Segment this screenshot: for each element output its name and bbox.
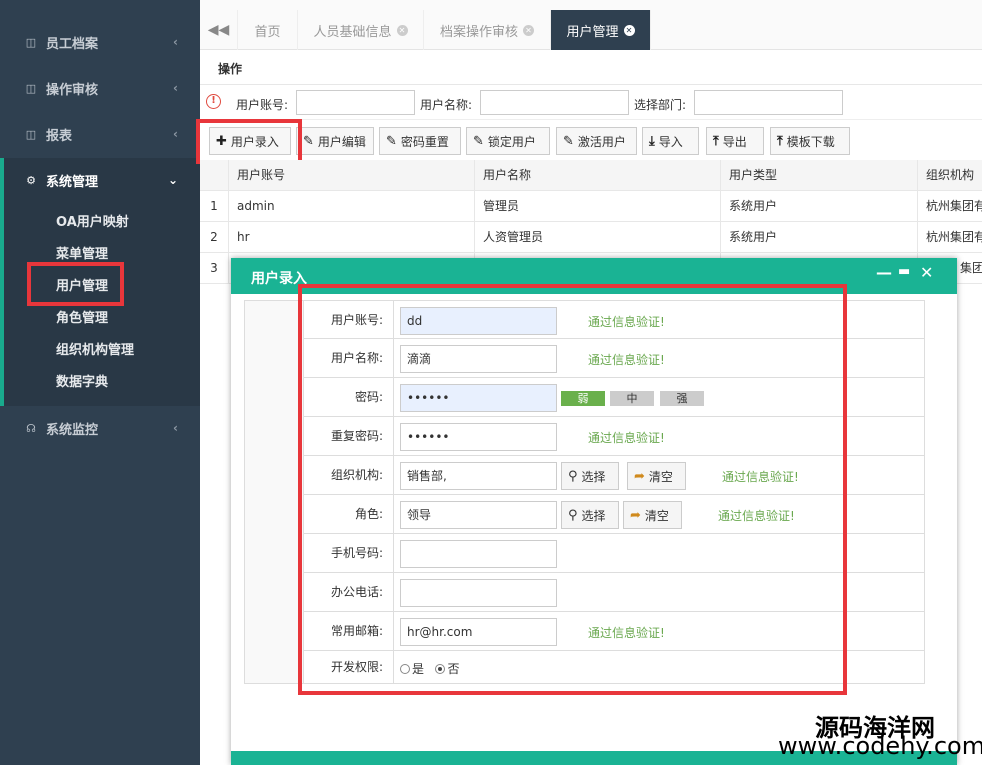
upload-icon: ⤒ <box>713 133 719 149</box>
sidebar-item-system-management[interactable]: ⚙ 系统管理 ⌄ <box>0 157 200 203</box>
search-row: ! 用户账号: 用户名称: 选择部门: <box>200 86 982 120</box>
button-label: 密码重置 <box>400 134 449 149</box>
button-label: 导入 <box>658 134 683 149</box>
chevron-left-icon: ‹ <box>173 421 178 435</box>
reset-password-button[interactable]: ✎ 密码重置 <box>379 127 461 155</box>
search-name-input[interactable] <box>480 90 629 115</box>
table-header-no <box>200 160 228 191</box>
tab-user-management[interactable]: 用户管理 ✕ <box>551 10 651 50</box>
sidebar-subitem-org-management[interactable]: 组织机构管理 <box>56 339 134 358</box>
sidebar-item-label: 报表 <box>46 128 73 144</box>
search-name-label: 用户名称: <box>420 98 473 112</box>
sidebar-item-system-monitor[interactable]: ☊ 系统监控 ‹ <box>0 405 200 451</box>
toolbar-title: 操作 <box>200 55 982 85</box>
sidebar-subitem-data-dictionary[interactable]: 数据字典 <box>56 371 108 390</box>
import-button[interactable]: ⤓ 导入 <box>642 127 699 155</box>
row-number: 3 <box>210 261 218 275</box>
chevron-down-icon: ⌄ <box>167 173 178 187</box>
button-label: 用户编辑 <box>317 134 366 149</box>
export-button[interactable]: ⤒ 导出 <box>706 127 764 155</box>
search-account-label: 用户账号: <box>236 98 289 112</box>
button-label: 锁定用户 <box>487 134 536 149</box>
tab-home[interactable]: 首页 <box>238 10 298 50</box>
button-label: 模板下载 <box>786 134 835 149</box>
button-label: 导出 <box>722 134 747 149</box>
row-number: 1 <box>210 199 218 213</box>
close-icon[interactable]: ✕ <box>920 263 933 282</box>
close-icon[interactable]: ✕ <box>523 24 534 36</box>
sidebar-item-reports[interactable]: ◫ 报表 ‹ <box>0 111 200 157</box>
search-account-input[interactable] <box>296 90 415 115</box>
sidebar-item-label: 员工档案 <box>46 36 99 52</box>
download-icon: ⤓ <box>649 133 655 149</box>
table-header-cell: 用户名称 <box>474 160 720 191</box>
cell-name: 人资管理员 <box>474 222 720 253</box>
sidebar-item-label: 操作审核 <box>46 82 99 98</box>
sidebar-item-operation-review[interactable]: ◫ 操作审核 ‹ <box>0 65 200 111</box>
table-header-cell: 用户类型 <box>720 160 917 191</box>
chevron-left-icon: ‹ <box>173 81 178 95</box>
tab-label: 档案操作审核 <box>439 24 518 40</box>
close-icon[interactable]: ✕ <box>623 24 635 36</box>
table-row[interactable]: 2 hr 人资管理员 系统用户 杭州集团有 <box>200 222 982 253</box>
warning-icon: ! <box>206 94 221 109</box>
maximize-icon[interactable]: ▬ <box>898 264 910 279</box>
sidebar-subitem-menu-management[interactable]: 菜单管理 <box>56 243 108 262</box>
tab-personnel-info[interactable]: 人员基础信息 ✕ <box>298 10 424 50</box>
table-header-cell: 用户账号 <box>228 160 474 191</box>
sidebar-subitem-role-management[interactable]: 角色管理 <box>56 307 108 326</box>
tab-archive-review[interactable]: 档案操作审核 ✕ <box>424 10 551 50</box>
tab-label: 首页 <box>254 24 281 40</box>
table-row[interactable]: 1 admin 管理员 系统用户 杭州集团有 <box>200 191 982 222</box>
highlight-box-add-user <box>196 119 302 164</box>
pencil-icon: ✎ <box>386 133 397 149</box>
activate-user-button[interactable]: ✎ 激活用户 <box>556 127 637 155</box>
pencil-icon: ✎ <box>473 133 484 149</box>
gears-icon: ⚙ <box>26 173 36 187</box>
lock-user-button[interactable]: ✎ 锁定用户 <box>466 127 550 155</box>
highlight-box-form <box>298 284 847 695</box>
pencil-icon: ✎ <box>563 133 574 149</box>
sidebar-item-employee-files[interactable]: ◫ 员工档案 ‹ <box>0 19 200 65</box>
row-number: 2 <box>210 230 218 244</box>
tab-label: 人员基础信息 <box>313 24 392 40</box>
tab-scroll-left-button[interactable]: ◀◀ <box>200 10 238 50</box>
sidebar-item-label: 系统监控 <box>46 422 99 438</box>
cell-account: admin <box>228 191 474 222</box>
button-label: 激活用户 <box>577 134 626 149</box>
sidebar-subitem-oa-mapping[interactable]: OA用户映射 <box>56 211 129 230</box>
cell-type: 系统用户 <box>720 222 917 253</box>
table-icon: ◫ <box>25 81 37 95</box>
tab-label: 用户管理 <box>566 24 619 40</box>
toolbar-buttons: ✚ 用户录入 ✎ 用户编辑 ✎ 密码重置 ✎ 锁定用户 ✎ 激活用户 ⤓ 导入 … <box>200 124 982 160</box>
cell-type: 系统用户 <box>720 191 917 222</box>
table-header-row: 用户账号 用户名称 用户类型 组织机构 <box>200 160 982 191</box>
sidebar: ◫ 员工档案 ‹ ◫ 操作审核 ‹ ◫ 报表 ‹ ⚙ 系统管理 ⌄ OA用户映射… <box>0 0 200 765</box>
edit-user-button[interactable]: ✎ 用户编辑 <box>296 127 374 155</box>
watermark-url: www.codehy.com <box>778 732 982 760</box>
minimize-icon[interactable]: — <box>876 263 892 282</box>
headset-icon: ☊ <box>26 421 36 435</box>
upload-icon: ⤒ <box>777 133 783 149</box>
sidebar-item-label: 系统管理 <box>46 174 99 190</box>
form-gutter <box>244 300 304 684</box>
cell-org: 杭州集团有 <box>917 191 982 222</box>
table-icon: ◫ <box>25 35 37 49</box>
table-icon: ◫ <box>25 127 37 141</box>
chevron-left-icon: ‹ <box>173 127 178 141</box>
cell-org: 杭州集团有 <box>917 222 982 253</box>
search-dept-input[interactable] <box>694 90 843 115</box>
cell-account: hr <box>228 222 474 253</box>
cell-name: 管理员 <box>474 191 720 222</box>
highlight-box-sidebar <box>27 262 124 306</box>
search-dept-label: 选择部门: <box>634 98 687 112</box>
close-icon[interactable]: ✕ <box>396 24 408 36</box>
tab-bar: ◀◀ 首页 人员基础信息 ✕ 档案操作审核 ✕ 用户管理 ✕ <box>200 0 982 50</box>
chevron-left-icon: ‹ <box>173 35 178 49</box>
pencil-icon: ✎ <box>303 133 314 149</box>
table-header-cell: 组织机构 <box>917 160 982 191</box>
template-download-button[interactable]: ⤒ 模板下载 <box>770 127 850 155</box>
